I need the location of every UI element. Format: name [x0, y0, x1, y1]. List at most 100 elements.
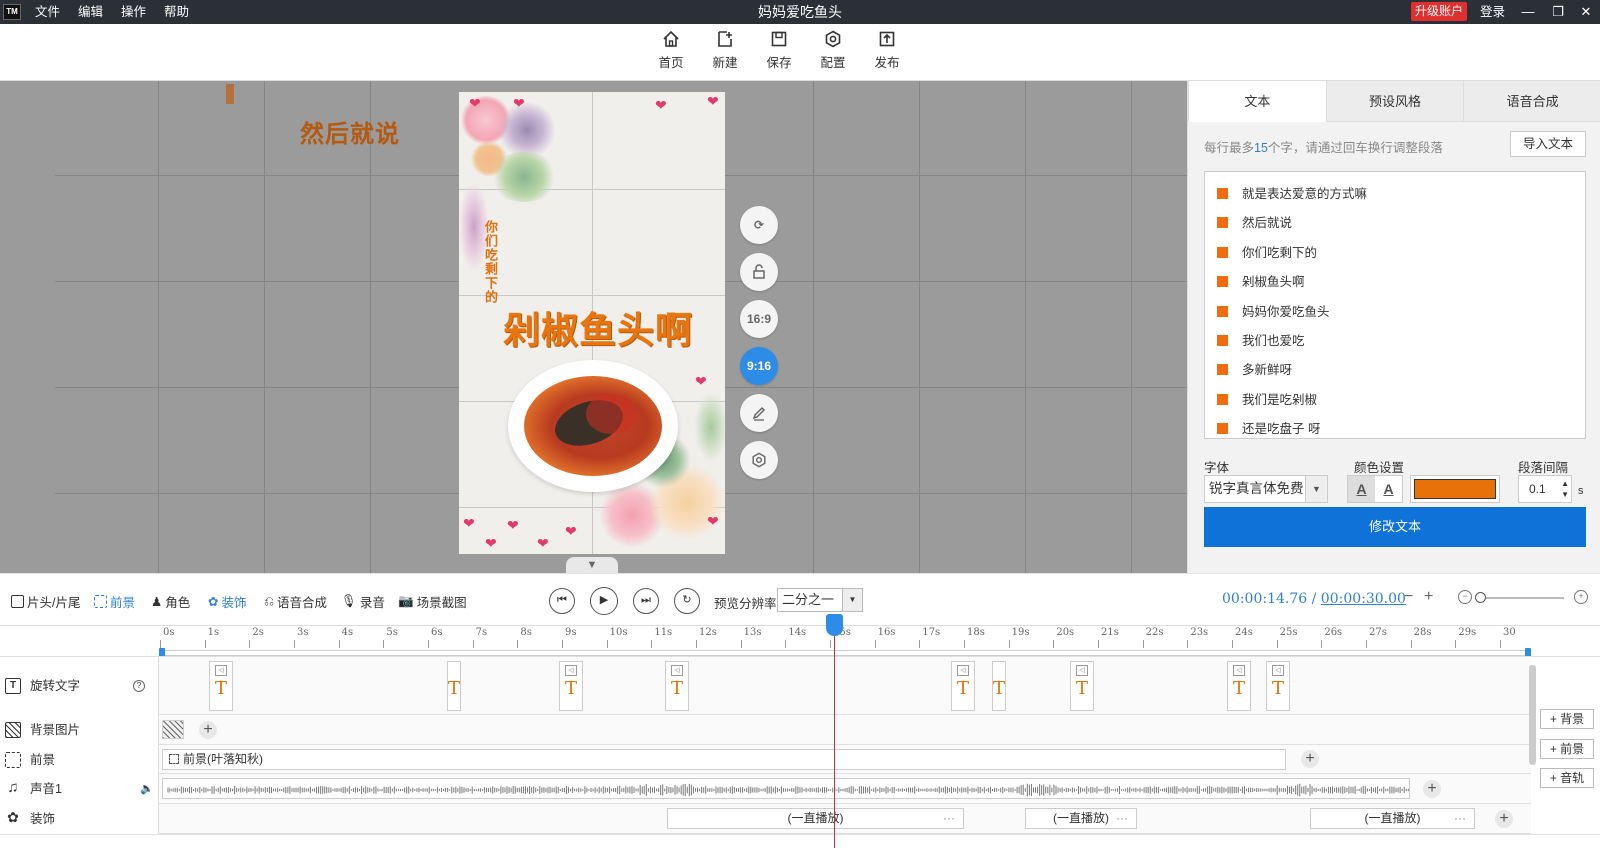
next-icon[interactable]: ⏭: [633, 588, 659, 614]
add-foreground-button[interactable]: + 前景: [1540, 739, 1594, 759]
text-clip[interactable]: ◁ T: [209, 661, 233, 711]
unlock-icon[interactable]: [740, 253, 778, 291]
edit-icon[interactable]: [740, 394, 778, 432]
text-line-item[interactable]: 你们吃剩下的: [1217, 243, 1317, 263]
text-line-item[interactable]: 妈妈你爱吃鱼头: [1217, 302, 1330, 322]
text-clip[interactable]: ◁ T: [1070, 661, 1094, 711]
scene-screenshot-tool[interactable]: 📷 场景截图: [398, 592, 467, 611]
settings-icon[interactable]: [740, 441, 778, 479]
rotate-icon[interactable]: ⟳: [740, 206, 778, 244]
font-color-icon[interactable]: A: [1348, 476, 1375, 502]
timeline-scrollbar[interactable]: [1529, 665, 1536, 765]
background-thumbnail-icon[interactable]: [162, 720, 184, 739]
text-line-item[interactable]: 然后就说: [1217, 213, 1292, 233]
restore-icon[interactable]: ❐: [1546, 0, 1570, 24]
text-line-item[interactable]: 剁椒鱼头啊: [1217, 272, 1305, 292]
text-clip[interactable]: ◁ T: [665, 661, 689, 711]
spacing-stepper[interactable]: 0.1 ▲ ▼: [1518, 475, 1572, 503]
track-header-foreground[interactable]: 前景: [0, 745, 159, 774]
chevron-down-icon[interactable]: ▼: [842, 589, 862, 611]
main-caption[interactable]: 剁椒鱼头啊: [503, 300, 693, 354]
audio-clip[interactable]: [162, 778, 1410, 799]
config-button[interactable]: 配置: [813, 30, 853, 71]
save-button[interactable]: 保存: [759, 30, 799, 71]
zoom-out-icon[interactable]: −: [1458, 590, 1472, 604]
ratio-16-9-button[interactable]: 16:9: [740, 300, 778, 338]
decrease-duration-icon[interactable]: −: [1404, 588, 1413, 606]
play-icon[interactable]: ▶: [590, 587, 618, 615]
text-clip[interactable]: ◁ T: [1227, 661, 1251, 711]
zoom-slider-track[interactable]: [1478, 597, 1564, 599]
add-decoration-icon[interactable]: +: [1495, 810, 1513, 828]
decoration-clip[interactable]: (一直播放) ···: [667, 808, 964, 829]
offscreen-text[interactable]: 然后就说: [300, 114, 400, 149]
preview-resolution-select[interactable]: 二分之一 ▼: [777, 588, 863, 612]
volume-icon[interactable]: 🔈: [140, 782, 154, 795]
font-select[interactable]: 锐字真言体免费 ▼: [1204, 475, 1328, 503]
track-foreground[interactable]: 前景(叶落知秋) +: [159, 745, 1531, 774]
time-ruler[interactable]: 0s 1s 2s 3s 4s 5s 6s 7s 8s 9s 10s 11s 12s 13s 14s 15s 16…: [159, 626, 1531, 658]
add-audio-icon[interactable]: +: [1423, 780, 1441, 798]
more-icon[interactable]: ···: [943, 809, 955, 828]
track-header-background[interactable]: 背景图片: [0, 715, 159, 745]
record-tool[interactable]: 🎙 录音: [341, 592, 385, 611]
close-icon[interactable]: ✕: [1574, 0, 1598, 24]
intro-outro-tool[interactable]: 片头/片尾: [11, 592, 80, 611]
add-foreground-icon[interactable]: +: [1301, 750, 1319, 768]
ratio-9-16-button[interactable]: 9:16: [740, 347, 778, 385]
track-decoration[interactable]: (一直播放) ··· (一直播放) ··· (一直播放) ··· +: [159, 804, 1531, 834]
collapse-panel-icon[interactable]: ▼: [566, 557, 618, 573]
foreground-clip[interactable]: 前景(叶落知秋): [162, 749, 1286, 770]
preview-stage[interactable]: 然后就说 ❤ ❤ ❤ ❤ ❤ ❤ ❤ ❤ ❤ ❤ ❤ 你们吃剩下的 剁椒鱼头啊: [0, 81, 1187, 573]
track-rotate-text[interactable]: ◁ T T ◁ T ◁ T ◁ T T ◁ T ◁ T ◁ T: [159, 657, 1531, 715]
add-background-button[interactable]: + 背景: [1540, 709, 1594, 729]
decoration-clip[interactable]: (一直播放) ···: [1310, 808, 1475, 829]
text-line-item[interactable]: 我们是吃剁椒: [1217, 390, 1317, 410]
decoration-tool[interactable]: ✿ 装饰: [208, 592, 247, 611]
track-header-decoration[interactable]: ✿ 装饰: [0, 804, 159, 834]
import-text-button[interactable]: 导入文本: [1510, 131, 1586, 157]
more-icon[interactable]: ···: [1116, 809, 1128, 828]
track-header-rotate-text[interactable]: T 旋转文字 ?: [0, 657, 159, 715]
new-button[interactable]: 新建: [705, 30, 745, 71]
stroke-color-icon[interactable]: A: [1375, 476, 1402, 502]
tab-text[interactable]: 文本: [1188, 81, 1326, 122]
text-clip[interactable]: T: [447, 661, 461, 711]
decoration-clip[interactable]: (一直播放) ···: [1025, 808, 1137, 829]
vertical-caption[interactable]: 你们吃剩下的: [481, 220, 500, 304]
text-line-item[interactable]: 我们也爱吃: [1217, 331, 1305, 351]
fish-head-dish-image[interactable]: [508, 360, 678, 492]
text-clip[interactable]: ◁ T: [559, 661, 583, 711]
add-audio-track-button[interactable]: + 音轨: [1540, 768, 1594, 788]
track-header-audio[interactable]: ♫ 声音1 🔈: [0, 774, 159, 804]
tab-speech-synthesis[interactable]: 语音合成: [1463, 81, 1600, 122]
text-clip[interactable]: ◁ T: [951, 661, 975, 711]
stepper-arrows-icon[interactable]: ▲ ▼: [1561, 478, 1569, 500]
chevron-down-icon[interactable]: ▼: [1305, 476, 1327, 502]
playhead-line[interactable]: [834, 614, 835, 848]
text-line-item[interactable]: 还是吃盘子 呀: [1217, 419, 1320, 438]
foreground-tool[interactable]: 前景: [94, 592, 135, 611]
login-link[interactable]: 登录: [1480, 0, 1505, 24]
publish-button[interactable]: 发布: [867, 30, 907, 71]
color-swatch[interactable]: [1410, 475, 1500, 503]
speech-synthesis-tool[interactable]: ⎌ 语音合成: [264, 592, 327, 611]
modify-text-button[interactable]: 修改文本: [1204, 507, 1586, 547]
video-canvas[interactable]: ❤ ❤ ❤ ❤ ❤ ❤ ❤ ❤ ❤ ❤ ❤ 你们吃剩下的 剁椒鱼头啊: [459, 92, 725, 554]
track-background[interactable]: +: [159, 715, 1531, 745]
zoom-in-icon[interactable]: +: [1574, 590, 1588, 604]
increase-duration-icon[interactable]: +: [1424, 588, 1433, 606]
minimize-icon[interactable]: —: [1516, 0, 1540, 24]
more-icon[interactable]: ···: [1454, 809, 1466, 828]
text-clip[interactable]: ◁ T: [1266, 661, 1290, 711]
total-time[interactable]: 00:00:30.00: [1321, 591, 1406, 607]
track-audio[interactable]: +: [159, 774, 1531, 804]
tab-preset-style[interactable]: 预设风格: [1325, 81, 1464, 122]
replay-icon[interactable]: ↻: [674, 588, 700, 614]
help-icon[interactable]: ?: [133, 680, 145, 692]
text-line-item[interactable]: 多新鲜呀: [1217, 360, 1292, 380]
text-line-item[interactable]: 就是表达爱意的方式嘛: [1217, 184, 1367, 204]
playhead-handle[interactable]: [826, 614, 843, 636]
text-clip[interactable]: T: [992, 661, 1006, 711]
home-button[interactable]: 首页: [651, 30, 691, 71]
